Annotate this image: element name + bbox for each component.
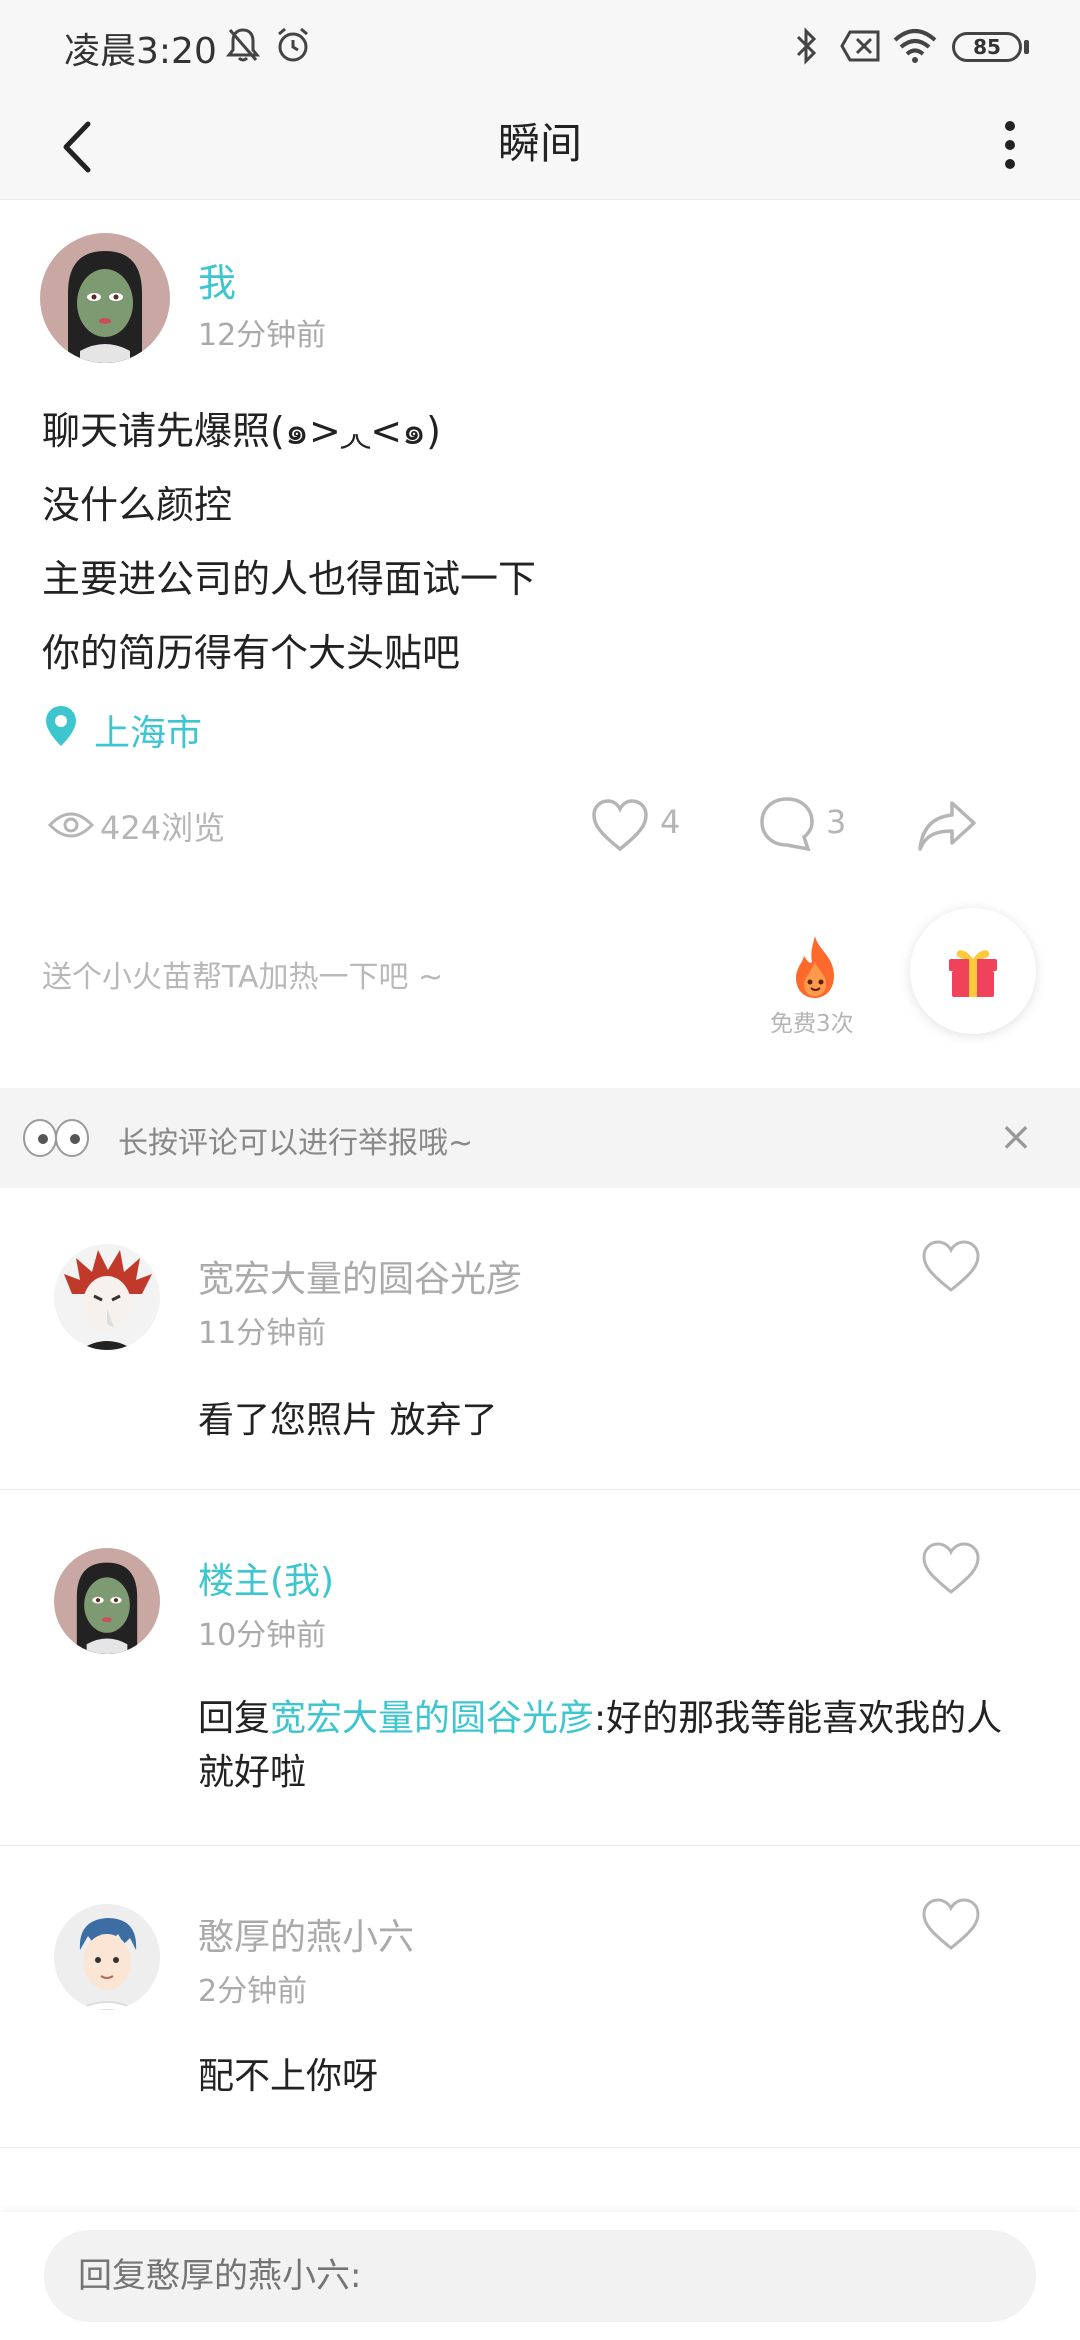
- heart-icon[interactable]: [920, 1896, 982, 1952]
- comment-text: 看了您照片 放弃了: [198, 1400, 498, 1441]
- comment-text: 回复宽宏大量的圆谷光彦:好的那我等能喜欢我的人就好啦: [198, 1692, 1038, 1800]
- share-icon[interactable]: [916, 795, 978, 855]
- likes-count: 4: [660, 803, 681, 841]
- comments-count: 3: [826, 803, 847, 841]
- app-header: 瞬间: [0, 92, 1080, 200]
- reply-bar: [0, 2212, 1080, 2340]
- comment-avatar[interactable]: [54, 1904, 160, 2010]
- flame-icon[interactable]: [780, 932, 850, 1002]
- gift-icon: [949, 950, 997, 997]
- battery-level: 85: [973, 35, 1001, 59]
- comment-avatar[interactable]: [54, 1244, 160, 1350]
- comment-author[interactable]: 楼主(我): [198, 1552, 334, 1604]
- no-sim-icon: [840, 30, 880, 62]
- location-label: 上海市: [94, 713, 203, 754]
- alarm-icon: [278, 27, 308, 62]
- comment-avatar[interactable]: [54, 1548, 160, 1654]
- gift-button[interactable]: [910, 908, 1036, 1034]
- boost-free-count: 免费3次: [770, 1011, 854, 1037]
- eye-icon: [48, 812, 94, 838]
- post-text-line: 你的简历得有个大头贴吧: [42, 631, 461, 675]
- comment-button[interactable]: 3: [758, 795, 858, 855]
- heart-icon[interactable]: [920, 1238, 982, 1294]
- post-author-avatar[interactable]: [40, 233, 170, 363]
- reply-prefix: 回复: [198, 1698, 271, 1739]
- location-pin-icon: [46, 706, 76, 746]
- comment-time: 2分钟前: [198, 1974, 308, 2009]
- comment-author[interactable]: 宽宏大量的圆谷光彦: [198, 1250, 522, 1302]
- comment-item: 憨厚的燕小六 2分钟前 配不上你呀: [0, 1846, 1080, 2148]
- views-stat: 424浏览: [48, 795, 248, 855]
- reply-mention[interactable]: 宽宏大量的圆谷光彦: [270, 1698, 594, 1739]
- bell-off-icon: [226, 28, 260, 62]
- reply-input[interactable]: [44, 2230, 1036, 2322]
- comment-time: 11分钟前: [198, 1316, 327, 1351]
- page-title: 瞬间: [497, 119, 582, 168]
- post-text-line: 聊天请先爆照(๑>◞◟<๑): [42, 409, 442, 453]
- post-time: 12分钟前: [198, 318, 327, 353]
- comment-item: 楼主(我) 10分钟前 回复宽宏大量的圆谷光彦:好的那我等能喜欢我的人就好啦: [0, 1490, 1080, 1846]
- post-text-line: 没什么颜控: [42, 483, 233, 527]
- wifi-icon: [893, 29, 937, 63]
- status-time: 凌晨3:20: [64, 31, 217, 72]
- post-text-line: 主要进公司的人也得面试一下: [42, 557, 537, 601]
- heart-icon[interactable]: [920, 1540, 982, 1596]
- like-button[interactable]: 4: [590, 795, 690, 855]
- eyes-icon: [23, 1119, 89, 1157]
- battery-icon: 85: [952, 32, 1022, 62]
- heart-icon: [592, 799, 648, 852]
- battery-tip: [1024, 40, 1029, 54]
- comment-text: 配不上你呀: [198, 2056, 379, 2097]
- comment-item: 宽宏大量的圆谷光彦 11分钟前 看了您照片 放弃了: [0, 1188, 1080, 1490]
- comment-time: 10分钟前: [198, 1618, 327, 1653]
- boost-prompt: 送个小火苗帮TA加热一下吧 ~: [42, 960, 444, 995]
- comment-bubble-icon: [760, 797, 814, 852]
- report-tip-bar: 长按评论可以进行举报哦~ ×: [0, 1088, 1080, 1188]
- comment-author[interactable]: 憨厚的燕小六: [198, 1908, 414, 1960]
- more-vertical-icon[interactable]: [990, 110, 1030, 180]
- post-author-name[interactable]: 我: [198, 252, 236, 307]
- close-icon[interactable]: ×: [996, 1114, 1036, 1160]
- bluetooth-icon: [796, 27, 817, 65]
- report-tip-text: 长按评论可以进行举报哦~: [118, 1126, 474, 1161]
- status-bar: 凌晨3:20 85: [0, 0, 1080, 92]
- views-count: 424浏览: [100, 809, 226, 847]
